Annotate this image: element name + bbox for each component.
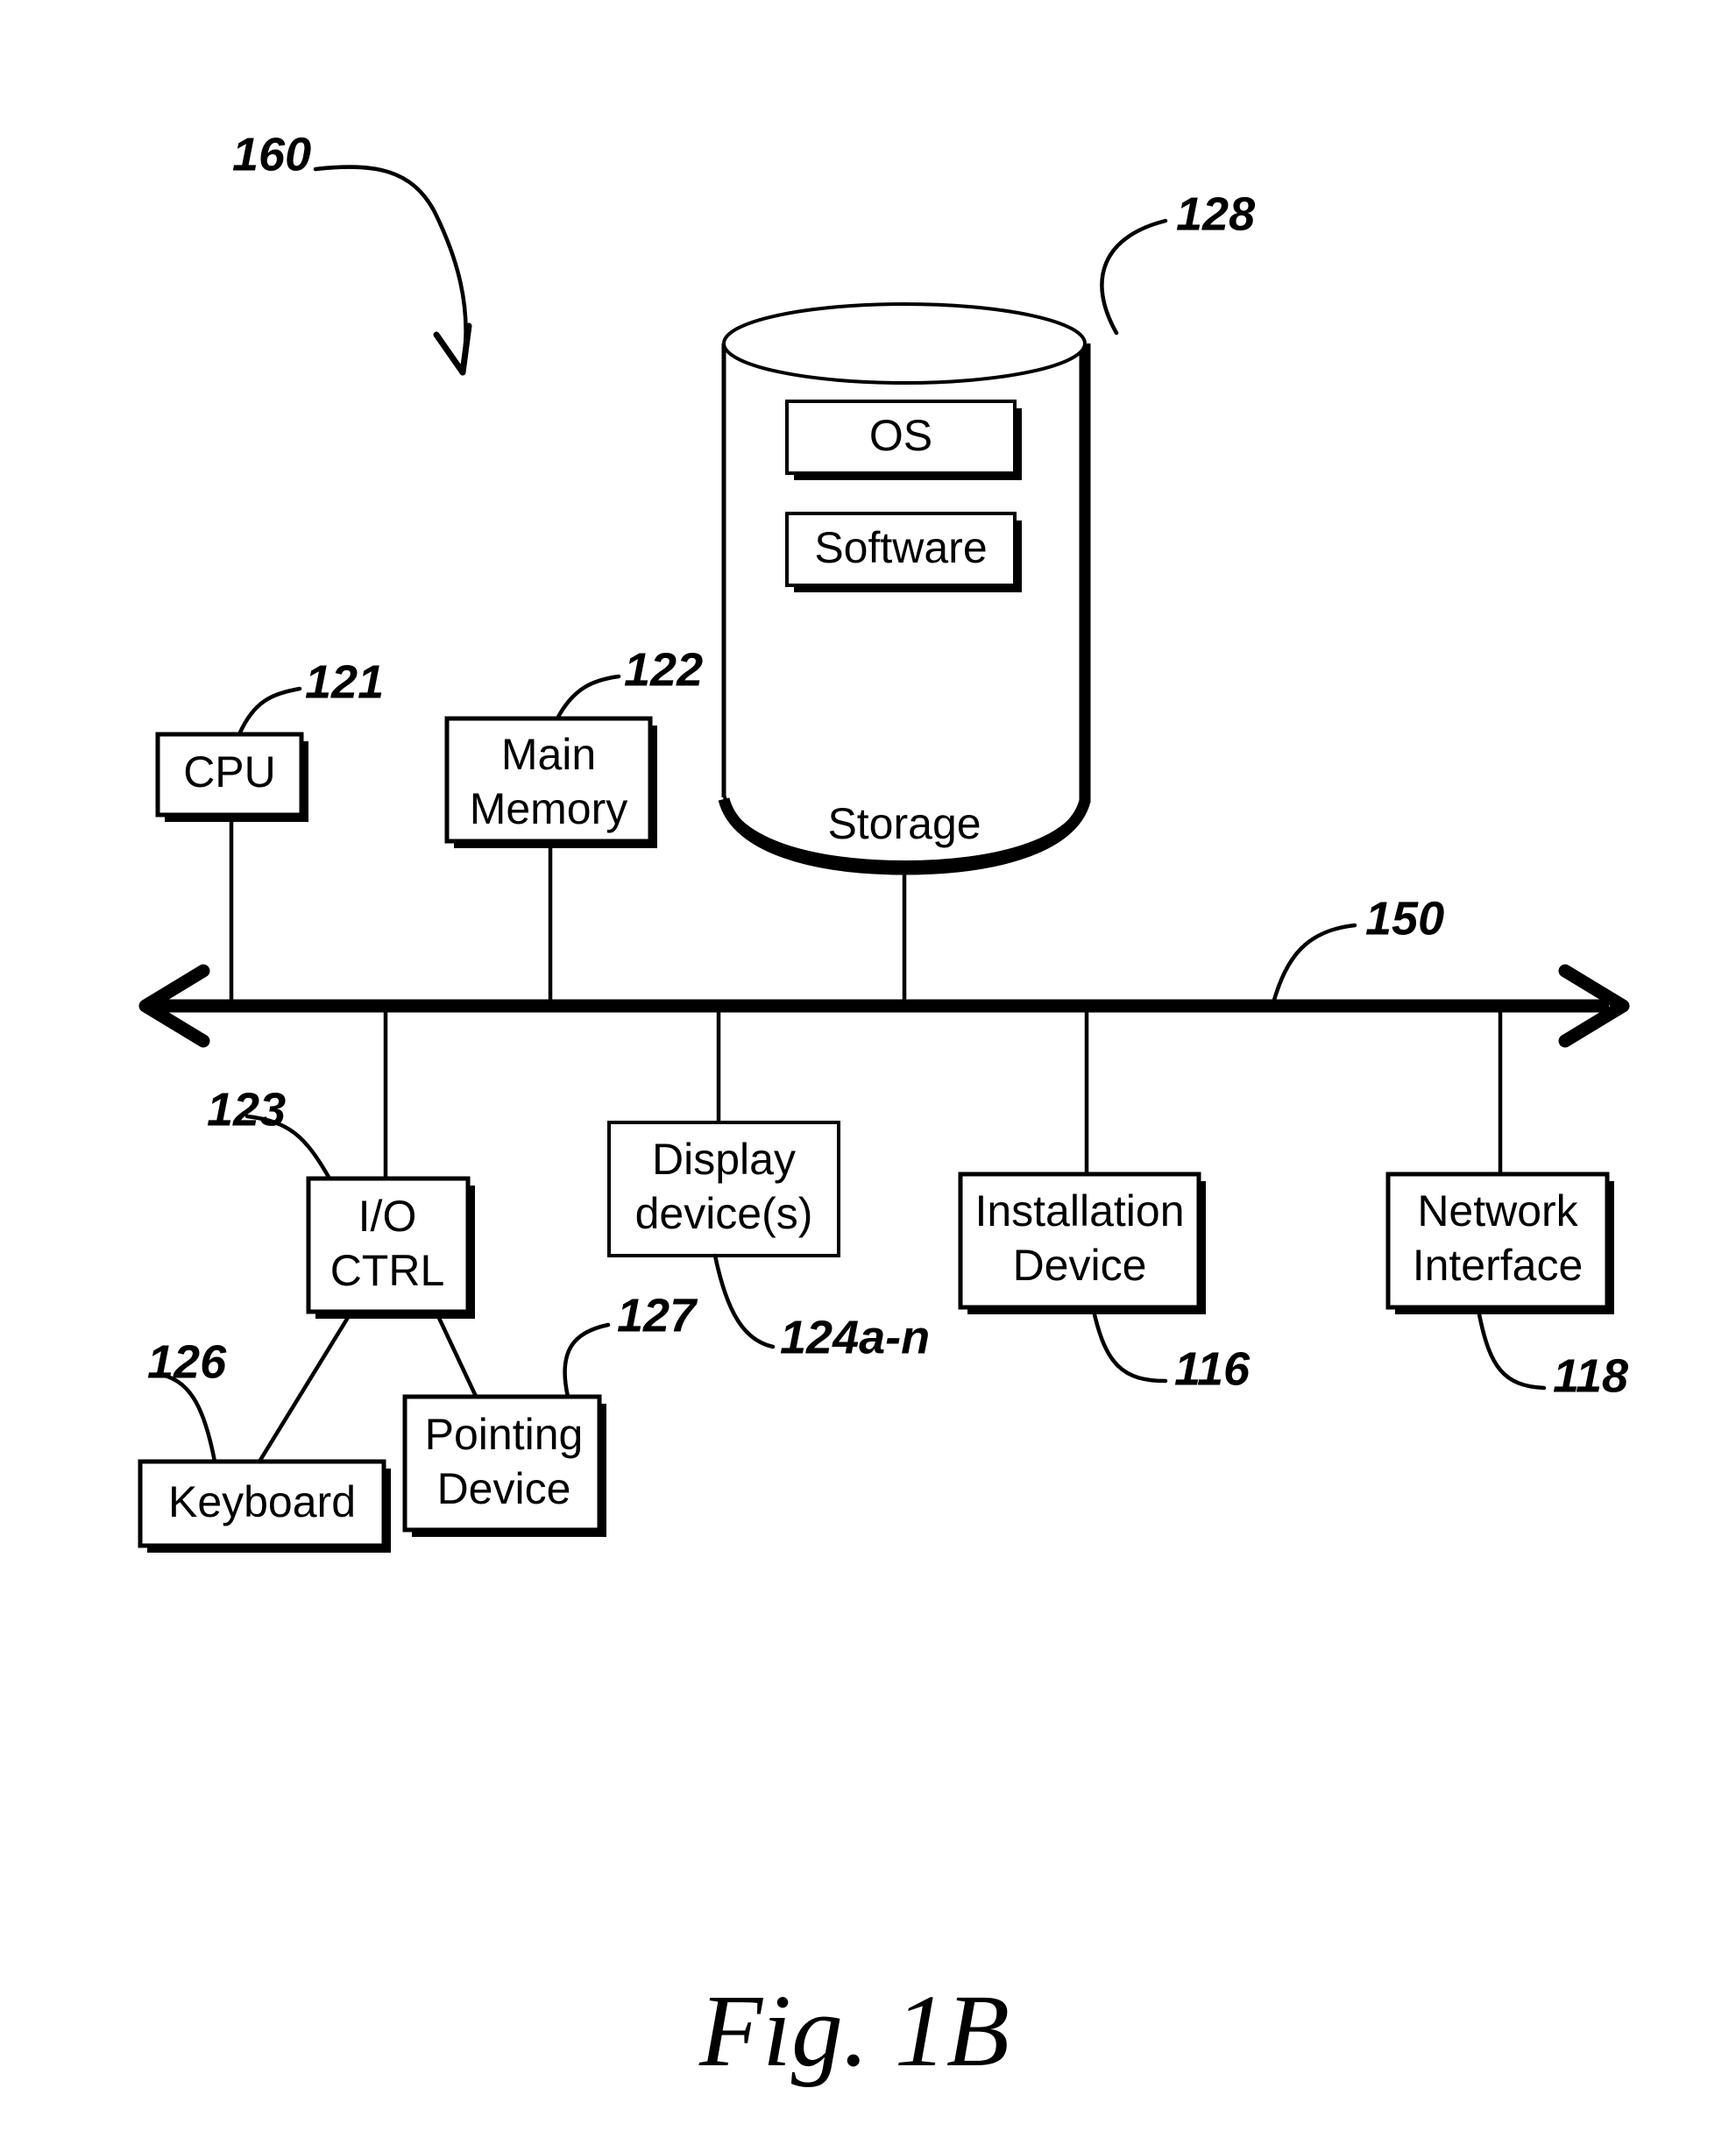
io-ctrl-label-line1: I/O [358,1192,417,1241]
figure-caption: Fig. 1B [698,1973,1010,2088]
display-devices-label-line2: device(s) [635,1189,813,1238]
display-devices-ref-124-leader [712,1253,776,1349]
system-bus-group: 150 [138,892,1630,1048]
figure-1b-diagram: 160 OS Software Storage 128 CPU 121 Main… [138,128,1630,2088]
network-interface-ref-118-leader [1477,1312,1547,1391]
main-memory-ref-122-label: 122 [624,643,703,696]
pointing-device-label-line1: Pointing [425,1410,584,1459]
keyboard-box-label: Keyboard [168,1477,356,1526]
io-ctrl-label-line2: CTRL [330,1246,445,1295]
installation-device-label-line1: Installation [974,1186,1184,1235]
system-ref-160-label: 160 [232,128,311,181]
installation-device-label-line2: Device [1013,1241,1147,1290]
main-memory-ref-122-leader [555,674,621,721]
storage-label: Storage [827,799,981,848]
network-interface-label-line2: Interface [1413,1241,1584,1290]
installation-device-ref-116-label: 116 [1174,1342,1251,1395]
pointing-device-ref-127-leader [563,1322,611,1399]
network-interface-node-group: Network Interface 118 [1385,1006,1628,1402]
software-box-label: Software [814,523,987,572]
pointing-device-ref-127-label: 127 [617,1289,698,1341]
installation-device-node-group: Installation Device 116 [958,1006,1251,1395]
keyboard-ref-126-label: 126 [147,1335,227,1388]
main-memory-label-line2: Memory [470,784,628,833]
pointing-device-node-group: Pointing Device 127 [402,1289,698,1537]
patent-figure-page: 160 OS Software Storage 128 CPU 121 Main… [0,0,1736,2152]
keyboard-node-group: Keyboard 126 [138,1335,391,1553]
storage-ref-128-label: 128 [1176,188,1255,240]
system-ref-160-group: 160 [232,128,472,376]
main-memory-label-line1: Main [501,730,596,779]
network-interface-label-line1: Network [1417,1186,1578,1235]
cpu-box-label: CPU [183,747,276,796]
cpu-ref-121-label: 121 [305,655,384,708]
pointing-device-label-line2: Device [437,1464,571,1513]
installation-device-ref-116-leader [1091,1308,1168,1384]
io-ctrl-node-group: I/O CTRL 123 [207,1006,509,1463]
storage-ref-128-leader [1100,218,1168,336]
io-ctrl-keyboard-connector [258,1314,351,1463]
storage-cylinder-group: OS Software Storage 128 [718,188,1255,875]
cpu-ref-121-leader [237,686,302,737]
network-interface-ref-118-label: 118 [1553,1349,1628,1402]
os-box-label: OS [869,411,932,460]
system-bus-ref-150-label: 150 [1365,892,1444,945]
cpu-node-group: CPU 121 [155,655,384,1006]
system-ref-160-leader [313,165,468,369]
display-devices-label-line1: Display [652,1135,796,1184]
system-bus-ref-150-leader [1270,923,1357,1009]
display-devices-ref-124-label: 124a-n [780,1311,930,1363]
main-memory-node-group: Main Memory 122 [444,643,703,1006]
io-ctrl-ref-123-label: 123 [207,1083,286,1136]
